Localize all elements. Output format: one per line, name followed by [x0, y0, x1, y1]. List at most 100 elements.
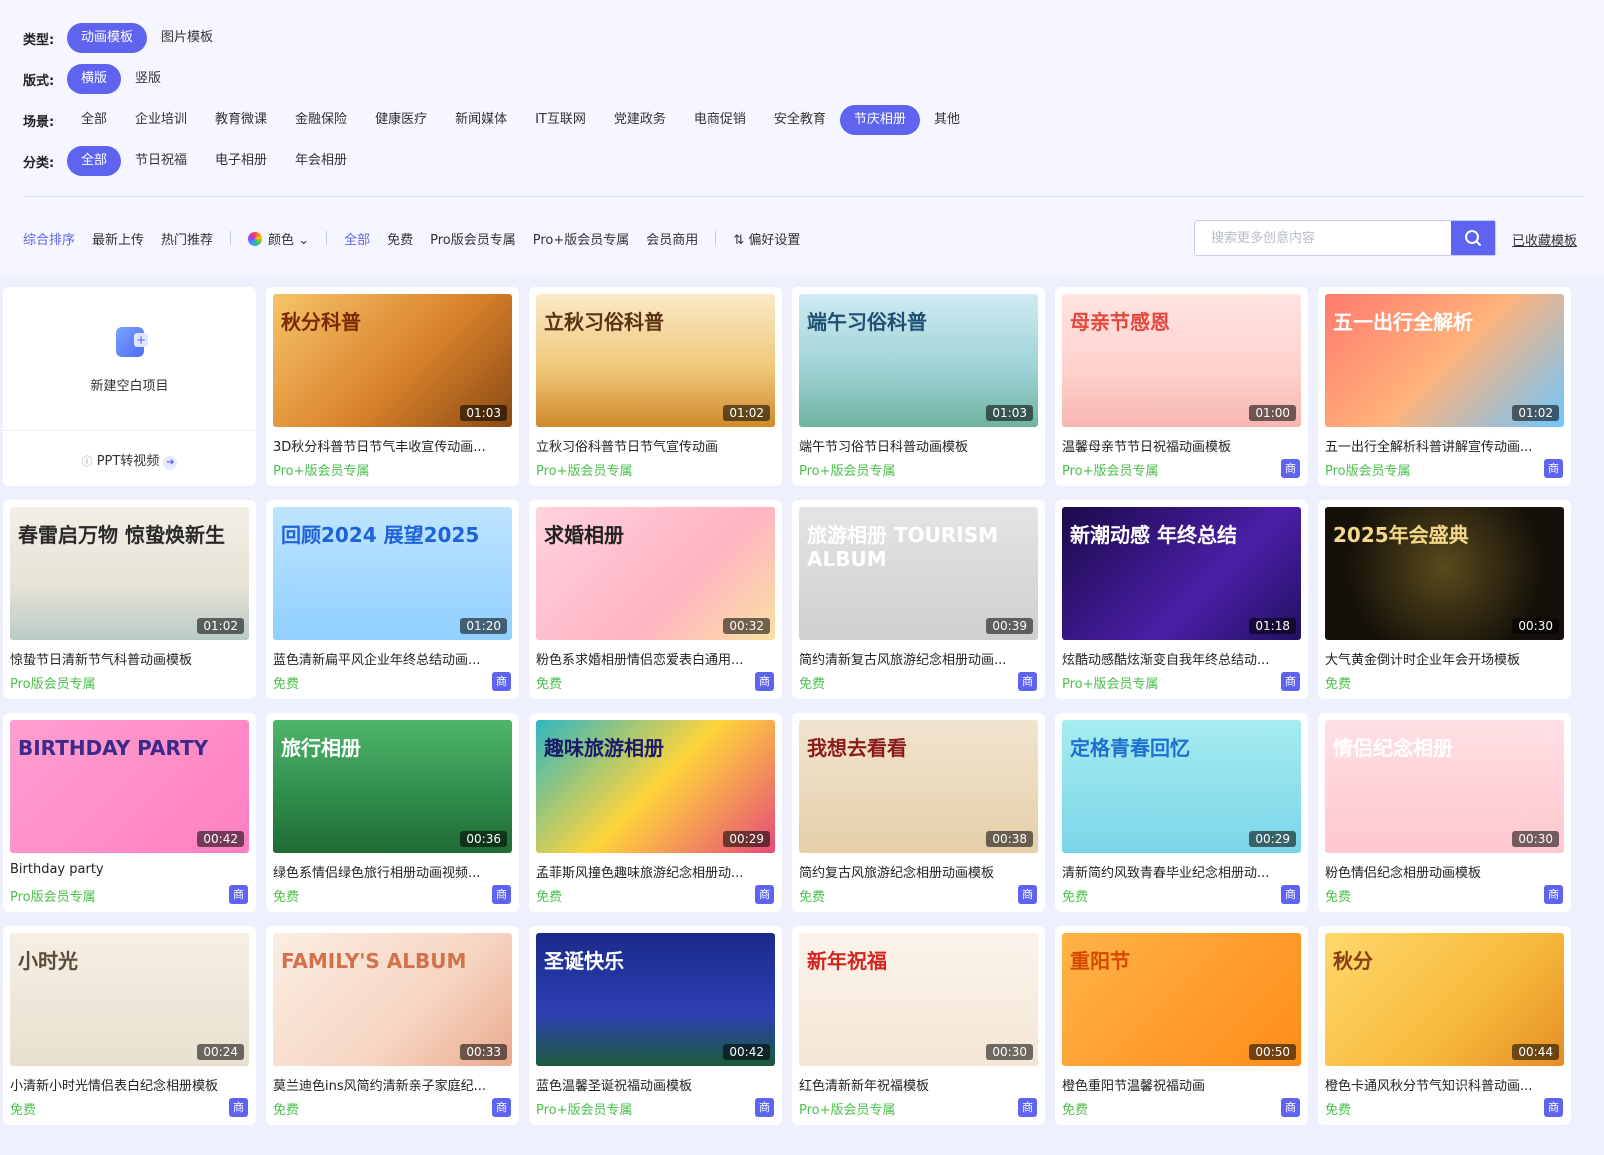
sort-comprehensive[interactable]: 综合排序: [23, 229, 75, 248]
scene-option[interactable]: 健康医疗: [361, 105, 441, 135]
template-thumbnail[interactable]: FAMILY'S ALBUM 00:33: [273, 933, 512, 1066]
sort-popular[interactable]: 热门推荐: [161, 229, 213, 248]
template-title[interactable]: 粉色情侣纪念相册动画模板: [1325, 862, 1564, 881]
category-option[interactable]: 年会相册: [281, 146, 361, 176]
scene-option[interactable]: IT互联网: [521, 105, 600, 135]
price-pro[interactable]: Pro版会员专属: [430, 229, 516, 248]
layout-option[interactable]: 竖版: [121, 64, 175, 94]
template-thumbnail[interactable]: 秋分科普 01:03: [273, 294, 512, 427]
template-card[interactable]: 春雷启万物 惊蛰焕新生 01:02 惊蛰节日清新节气科普动画模板 Pro版会员专属: [3, 500, 256, 699]
scene-option[interactable]: 党建政务: [600, 105, 680, 135]
template-card[interactable]: 圣诞快乐 00:42 蓝色温馨圣诞祝福动画模板 Pro+版会员专属 商: [529, 926, 782, 1125]
template-title[interactable]: 粉色系求婚相册情侣恋爱表白通用...: [536, 649, 775, 668]
template-card[interactable]: 回顾2024 展望2025 01:20 蓝色清新扁平风企业年终总结动画... 免费 商: [266, 500, 519, 699]
template-card[interactable]: 重阳节 00:50 橙色重阳节温馨祝福动画 免费 商: [1055, 926, 1308, 1125]
template-thumbnail[interactable]: 旅行相册 00:36: [273, 720, 512, 853]
price-free[interactable]: 免费: [387, 229, 413, 248]
template-card[interactable]: 秋分科普 01:03 3D秋分科普节日节气丰收宣传动画... Pro+版会员专属: [266, 287, 519, 486]
category-option[interactable]: 节日祝福: [121, 146, 201, 176]
scene-option[interactable]: 电商促销: [680, 105, 760, 135]
template-title[interactable]: 清新简约风致青春毕业纪念相册动...: [1062, 862, 1301, 881]
template-card[interactable]: 我想去看看 00:38 简约复古风旅游纪念相册动画模板 免费 商: [792, 713, 1045, 912]
template-thumbnail[interactable]: 小时光 00:24: [10, 933, 249, 1066]
ppt-to-video-link[interactable]: ⓘ PPT转视频 ➜: [3, 450, 256, 470]
template-thumbnail[interactable]: 定格青春回忆 00:29: [1062, 720, 1301, 853]
template-thumbnail[interactable]: 秋分 00:44: [1325, 933, 1564, 1066]
template-card[interactable]: 旅游相册 TOURISM ALBUM 00:39 简约清新复古风旅游纪念相册动画..…: [792, 500, 1045, 699]
template-thumbnail[interactable]: 春雷启万物 惊蛰焕新生 01:02: [10, 507, 249, 640]
template-title[interactable]: 橙色重阳节温馨祝福动画: [1062, 1075, 1301, 1094]
favorites-link[interactable]: 已收藏模板: [1512, 230, 1577, 249]
scene-option[interactable]: 节庆相册: [839, 105, 920, 135]
template-card[interactable]: 新潮动感 年终总结 01:18 炫酷动感酷炫渐变自我年终总结动... Pro+版会员专…: [1055, 500, 1308, 699]
template-title[interactable]: 五一出行全解析科普讲解宣传动画...: [1325, 436, 1564, 455]
template-thumbnail[interactable]: 母亲节感恩 01:00: [1062, 294, 1301, 427]
template-title[interactable]: 红色清新新年祝福模板: [799, 1075, 1038, 1094]
template-title[interactable]: 大气黄金倒计时企业年会开场模板: [1325, 649, 1564, 668]
template-thumbnail[interactable]: 情侣纪念相册 00:30: [1325, 720, 1564, 853]
new-blank-project-card[interactable]: 新建空白项目 ⓘ PPT转视频 ➜: [3, 287, 256, 486]
template-title[interactable]: 温馨母亲节节日祝福动画模板: [1062, 436, 1301, 455]
scene-option[interactable]: 其他: [920, 105, 974, 135]
template-card[interactable]: FAMILY'S ALBUM 00:33 莫兰迪色ins风简约清新亲子家庭纪... 免…: [266, 926, 519, 1125]
template-title[interactable]: 端午节习俗节日科普动画模板: [799, 436, 1038, 455]
preference-settings-button[interactable]: ⇅ 偏好设置: [733, 229, 800, 248]
template-card[interactable]: 情侣纪念相册 00:30 粉色情侣纪念相册动画模板 免费 商: [1318, 713, 1571, 912]
template-title[interactable]: 绿色系情侣绿色旅行相册动画视频...: [273, 862, 512, 881]
category-option[interactable]: 电子相册: [201, 146, 281, 176]
search-button[interactable]: [1451, 221, 1495, 255]
template-title[interactable]: 简约复古风旅游纪念相册动画模板: [799, 862, 1038, 881]
template-card[interactable]: 旅行相册 00:36 绿色系情侣绿色旅行相册动画视频... 免费 商: [266, 713, 519, 912]
template-card[interactable]: 求婚相册 00:32 粉色系求婚相册情侣恋爱表白通用... 免费 商: [529, 500, 782, 699]
sort-newest[interactable]: 最新上传: [92, 229, 144, 248]
template-thumbnail[interactable]: 我想去看看 00:38: [799, 720, 1038, 853]
template-thumbnail[interactable]: 重阳节 00:50: [1062, 933, 1301, 1066]
type-option[interactable]: 动画模板: [67, 23, 148, 53]
template-thumbnail[interactable]: 圣诞快乐 00:42: [536, 933, 775, 1066]
template-card[interactable]: 小时光 00:24 小清新小时光情侣表白纪念相册模板 免费 商: [3, 926, 256, 1125]
template-card[interactable]: 秋分 00:44 橙色卡通风秋分节气知识科普动画... 免费 商: [1318, 926, 1571, 1125]
template-thumbnail[interactable]: 新潮动感 年终总结 01:18: [1062, 507, 1301, 640]
template-thumbnail[interactable]: 立秋习俗科普 01:02: [536, 294, 775, 427]
color-filter-dropdown[interactable]: 颜色 ⌄: [248, 229, 309, 248]
scene-option[interactable]: 安全教育: [760, 105, 840, 135]
template-title[interactable]: 炫酷动感酷炫渐变自我年终总结动...: [1062, 649, 1301, 668]
template-thumbnail[interactable]: 五一出行全解析 01:02: [1325, 294, 1564, 427]
search-input[interactable]: [1195, 221, 1451, 255]
template-thumbnail[interactable]: 端午习俗科普 01:03: [799, 294, 1038, 427]
template-card[interactable]: 新年祝福 00:30 红色清新新年祝福模板 Pro+版会员专属 商: [792, 926, 1045, 1125]
template-card[interactable]: 母亲节感恩 01:00 温馨母亲节节日祝福动画模板 Pro+版会员专属 商: [1055, 287, 1308, 486]
template-card[interactable]: 定格青春回忆 00:29 清新简约风致青春毕业纪念相册动... 免费 商: [1055, 713, 1308, 912]
scene-option[interactable]: 教育微课: [201, 105, 281, 135]
template-title[interactable]: 立秋习俗科普节日节气宣传动画: [536, 436, 775, 455]
scene-option[interactable]: 全部: [67, 105, 121, 135]
template-card[interactable]: BIRTHDAY PARTY 00:42 Birthday party Pro版会员专…: [3, 713, 256, 912]
template-card[interactable]: 五一出行全解析 01:02 五一出行全解析科普讲解宣传动画... Pro版会员专属 商: [1318, 287, 1571, 486]
category-option[interactable]: 全部: [67, 146, 122, 176]
template-card[interactable]: 立秋习俗科普 01:02 立秋习俗科普节日节气宣传动画 Pro+版会员专属: [529, 287, 782, 486]
template-title[interactable]: Birthday party: [10, 862, 249, 877]
template-title[interactable]: 简约清新复古风旅游纪念相册动画...: [799, 649, 1038, 668]
template-card[interactable]: 端午习俗科普 01:03 端午节习俗节日科普动画模板 Pro+版会员专属: [792, 287, 1045, 486]
template-title[interactable]: 蓝色清新扁平风企业年终总结动画...: [273, 649, 512, 668]
template-thumbnail[interactable]: 2025年会盛典 00:30: [1325, 507, 1564, 640]
template-title[interactable]: 蓝色温馨圣诞祝福动画模板: [536, 1075, 775, 1094]
template-thumbnail[interactable]: 回顾2024 展望2025 01:20: [273, 507, 512, 640]
template-title[interactable]: 莫兰迪色ins风简约清新亲子家庭纪...: [273, 1075, 512, 1094]
price-commercial[interactable]: 会员商用: [646, 229, 698, 248]
template-card[interactable]: 2025年会盛典 00:30 大气黄金倒计时企业年会开场模板 免费: [1318, 500, 1571, 699]
scene-option[interactable]: 新闻媒体: [441, 105, 521, 135]
type-option[interactable]: 图片模板: [147, 23, 227, 53]
template-title[interactable]: 3D秋分科普节日节气丰收宣传动画...: [273, 436, 512, 455]
template-thumbnail[interactable]: BIRTHDAY PARTY 00:42: [10, 720, 249, 853]
template-thumbnail[interactable]: 旅游相册 TOURISM ALBUM 00:39: [799, 507, 1038, 640]
scene-option[interactable]: 金融保险: [281, 105, 361, 135]
template-card[interactable]: 趣味旅游相册 00:29 孟菲斯风撞色趣味旅游纪念相册动... 免费 商: [529, 713, 782, 912]
template-title[interactable]: 小清新小时光情侣表白纪念相册模板: [10, 1075, 249, 1094]
template-title[interactable]: 孟菲斯风撞色趣味旅游纪念相册动...: [536, 862, 775, 881]
price-pro-plus[interactable]: Pro+版会员专属: [533, 229, 630, 248]
scene-option[interactable]: 企业培训: [121, 105, 201, 135]
template-thumbnail[interactable]: 求婚相册 00:32: [536, 507, 775, 640]
template-title[interactable]: 橙色卡通风秋分节气知识科普动画...: [1325, 1075, 1564, 1094]
price-all[interactable]: 全部: [344, 229, 370, 248]
